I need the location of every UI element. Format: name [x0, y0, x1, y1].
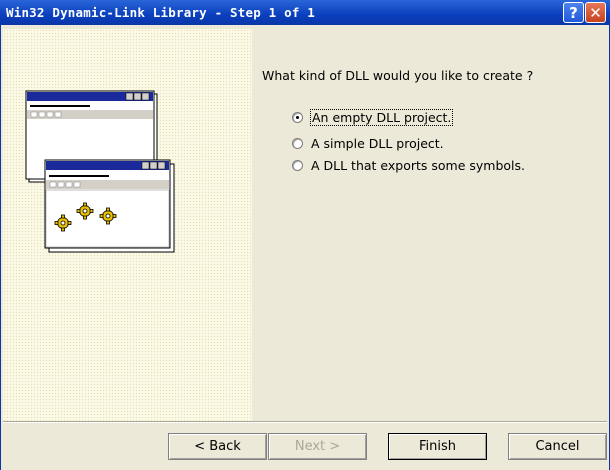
option-export-dll[interactable]: A DLL that exports some symbols.: [292, 156, 526, 174]
option-simple-dll-label: A simple DLL project.: [311, 135, 444, 151]
button-separator: [3, 421, 607, 423]
radio-empty-dll[interactable]: [292, 111, 303, 123]
dll-type-question: What kind of DLL would you like to creat…: [262, 68, 534, 83]
close-button[interactable]: ✕: [585, 2, 606, 23]
radio-export-dll[interactable]: [292, 159, 303, 171]
help-icon: ?: [569, 3, 578, 22]
wizard-illustration-panel: [3, 29, 252, 421]
back-button[interactable]: < Back: [168, 433, 267, 460]
front-window-graphic: [44, 159, 175, 253]
option-export-dll-label: A DLL that exports some symbols.: [311, 157, 526, 173]
option-empty-dll[interactable]: An empty DLL project.: [292, 108, 454, 126]
option-empty-dll-label: An empty DLL project.: [310, 108, 454, 126]
help-button[interactable]: ?: [563, 2, 584, 23]
close-icon: ✕: [589, 3, 602, 22]
finish-button[interactable]: Finish: [388, 433, 487, 460]
option-simple-dll[interactable]: A simple DLL project.: [292, 134, 445, 152]
dll-windows-illustration: [25, 90, 175, 253]
title-bar: Win32 Dynamic-Link Library - Step 1 of 1…: [0, 0, 610, 25]
radio-simple-dll[interactable]: [292, 137, 303, 149]
cancel-button[interactable]: Cancel: [508, 433, 607, 460]
next-button[interactable]: Next >: [268, 433, 367, 460]
window-title: Win32 Dynamic-Link Library - Step 1 of 1: [6, 5, 316, 20]
